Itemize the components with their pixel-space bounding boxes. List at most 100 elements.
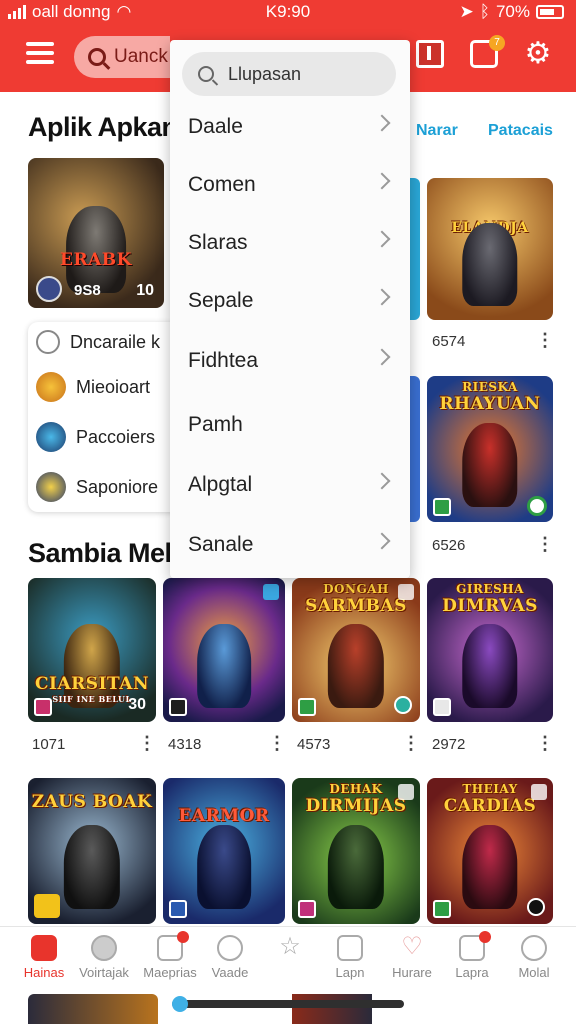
dropdown-item-label: Slaras [188, 231, 248, 254]
inbox-icon [459, 931, 491, 961]
dropdown-search-input[interactable]: Llupasan [182, 52, 396, 96]
nav-label: Lapra [455, 965, 489, 980]
game-art-title: RHAYUAN [439, 394, 541, 414]
status-right: ➤ ᛒ 70% [460, 2, 564, 22]
game-badge-text: 9S8 [74, 282, 101, 299]
quick-list-item[interactable]: Mieoioart [36, 372, 150, 402]
shield-icon [337, 935, 363, 961]
app-icon [36, 372, 66, 402]
game-tile-erabk[interactable]: ERABK 9S8 10 [28, 158, 164, 308]
battery-percent: 70% [495, 2, 530, 21]
dropdown-item[interactable]: Sepale [170, 272, 410, 330]
game-tile[interactable]: CIARSITAN SIIF INE BELUL 30 [28, 578, 156, 722]
game-tile[interactable]: EARMOR [163, 778, 285, 924]
app-icon [36, 422, 66, 452]
nav-item-6[interactable]: Lapn [318, 935, 382, 980]
dropdown-item-label: Fidhtea [188, 349, 259, 372]
section-link-2[interactable]: Patacais [488, 122, 553, 140]
corner-badge-icon [398, 584, 414, 600]
nav-label: Lapn [335, 965, 365, 980]
battery-icon [536, 5, 564, 19]
nav-item-4[interactable]: Vaade [198, 935, 262, 980]
dropdown-item[interactable]: Comen [170, 156, 410, 214]
chevron-right-icon [373, 532, 391, 550]
quick-list-label: Paccoiers [76, 426, 156, 447]
more-options-icon[interactable]: ⋮ [402, 733, 420, 754]
radio-icon[interactable] [36, 330, 60, 354]
section-title-1: Aplik Apkan [28, 112, 178, 142]
nav-label: Hurare [392, 965, 432, 980]
game-count: 6574 [432, 333, 466, 350]
nav-item-3[interactable]: Maeprias [138, 931, 202, 980]
game-art-title: CIARSITAN [35, 674, 149, 694]
corner-badge-icon [263, 584, 279, 600]
quick-list-item[interactable]: Dncaraile k [36, 330, 160, 354]
nav-label: Hainas [23, 965, 65, 980]
games-icon [157, 931, 189, 961]
chevron-right-icon [373, 472, 391, 490]
more-options-icon[interactable]: ⋮ [536, 534, 554, 555]
dropdown-item[interactable]: Slaras [170, 214, 410, 272]
quick-list-label: Mieoioart [76, 376, 151, 397]
nav-item-2[interactable]: Voirtajak [72, 935, 136, 980]
game-art-subtitle: RIESKA [462, 380, 518, 394]
chevron-right-icon [373, 348, 391, 366]
game-tile[interactable]: GIRESHA DIMRVAS [427, 578, 553, 722]
section-link-1[interactable]: Narar [416, 122, 458, 140]
dropdown-item[interactable]: Pamh [170, 396, 410, 454]
game-tile-peek[interactable] [28, 994, 158, 1024]
game-count: 6526 [432, 537, 466, 554]
nav-label: Molal [518, 965, 550, 980]
nav-item-9[interactable]: Molal [502, 935, 566, 980]
corner-badge-icon [398, 784, 414, 800]
scrollbar-thumb[interactable] [172, 996, 188, 1012]
game-tile[interactable]: THEIAY CARDIAS [427, 778, 553, 924]
game-tile-partial[interactable] [410, 178, 420, 320]
quick-list-item[interactable]: Saponiore [36, 472, 158, 502]
nav-item-7[interactable]: ♡ Hurare [380, 935, 444, 981]
dropdown-item[interactable]: Fidhtea [170, 332, 410, 390]
more-options-icon[interactable]: ⋮ [536, 733, 554, 754]
gear-icon[interactable]: ⚙ [524, 39, 552, 69]
dropdown-item-label: Sepale [188, 289, 254, 312]
game-art [197, 624, 251, 708]
more-options-icon[interactable]: ⋮ [536, 330, 554, 351]
more-options-icon[interactable]: ⋮ [268, 733, 286, 754]
dropdown-item[interactable]: Sanale [170, 516, 410, 574]
star-icon: ☆ [279, 933, 301, 960]
bookmark-icon[interactable] [416, 40, 444, 68]
more-options-icon[interactable]: ⋮ [138, 733, 156, 754]
game-art [197, 824, 251, 910]
search-text: Uanck [114, 46, 168, 67]
hamburger-menu-icon[interactable] [26, 42, 54, 64]
game-tile[interactable]: DONGAH SARMBAS [292, 578, 420, 722]
platform-badge-icon [169, 900, 187, 918]
tag-icon [91, 935, 117, 961]
dropdown-item[interactable]: Alpgtal [170, 456, 410, 514]
game-tile[interactable] [163, 578, 285, 722]
game-tile-partial-2[interactable] [410, 376, 420, 522]
dropdown-menu: Llupasan Daale Comen Slaras Sepale Fidht… [170, 40, 410, 578]
game-tile-peek[interactable] [292, 994, 372, 1024]
quick-list-item[interactable]: Paccoiers [36, 422, 155, 452]
nav-badge [479, 931, 491, 943]
dropdown-item-label: Alpgtal [188, 473, 253, 496]
game-tile[interactable]: DEHAK DIRMIJAS [292, 778, 420, 924]
game-count: 2972 [432, 736, 466, 753]
horizontal-scrollbar[interactable] [172, 1000, 404, 1008]
game-tile-elandja[interactable]: ELANDJA [427, 178, 553, 320]
platform-badge-icon [433, 498, 451, 516]
notification-icon[interactable]: 7 [470, 35, 505, 68]
dropdown-item[interactable]: Daale [170, 98, 410, 156]
status-bar: oall donng ◠ K9:90 ➤ ᛒ 70% [0, 0, 576, 24]
game-art [462, 824, 518, 910]
game-tile[interactable]: ZAUS BOAK [28, 778, 156, 924]
search-bar[interactable]: Uanck [74, 36, 170, 78]
platform-badge-icon [169, 698, 187, 716]
quick-list-card: Dncaraile k Mieoioart Paccoiers Saponior… [28, 322, 188, 512]
nav-item-5[interactable]: ☆ [258, 935, 322, 965]
game-art-title: DIMRVAS [442, 596, 538, 616]
nav-item-home[interactable]: Hainas [12, 935, 76, 980]
game-tile-rhayuan[interactable]: RIESKA RHAYUAN [427, 376, 553, 522]
nav-item-8[interactable]: Lapra [440, 931, 504, 980]
